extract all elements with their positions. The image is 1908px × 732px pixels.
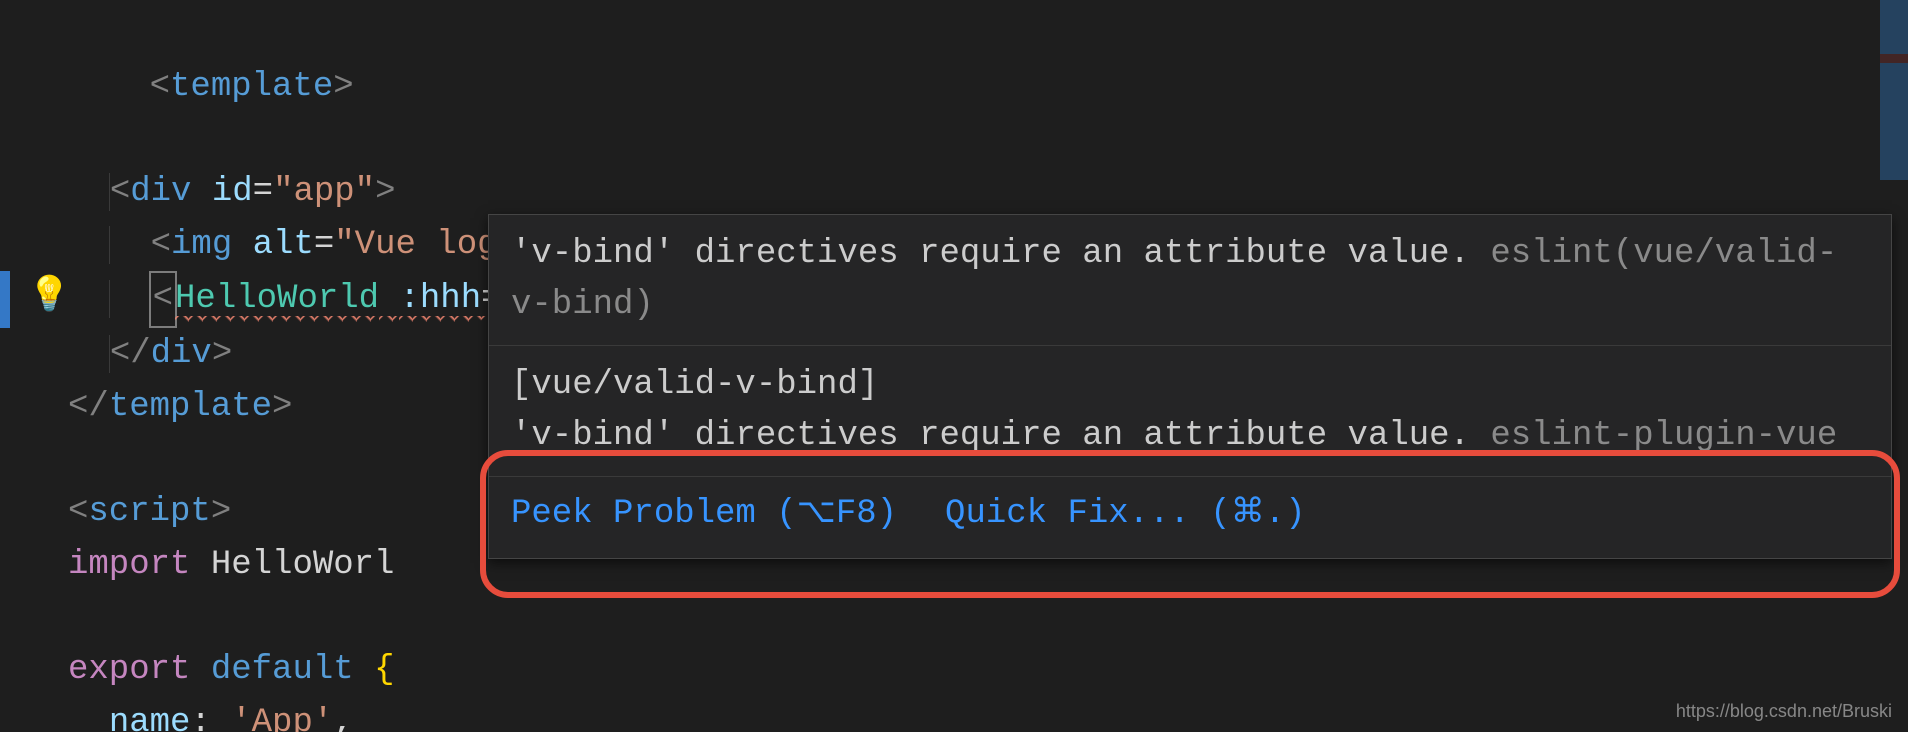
hover-msg2-source: eslint-plugin-vue [1490, 417, 1837, 455]
hover-message-2: [vue/valid-v-bind] 'v-bind' directives r… [489, 346, 1891, 477]
modified-gutter-bar [0, 271, 10, 328]
attr-id-value: "app" [273, 173, 375, 211]
code-line[interactable]: export default { [0, 644, 1908, 697]
angle-open: < [150, 68, 170, 106]
tag-template: template [170, 68, 333, 106]
peek-problem-link[interactable]: Peek Problem (⌥F8) [511, 489, 897, 540]
angle-close: > [333, 68, 353, 106]
tag-helloworld: HelloWorld [175, 280, 379, 322]
tag-div-close: div [151, 335, 212, 373]
code-line[interactable]: <div id="app"> [0, 166, 1908, 219]
code-line-blank[interactable] [0, 592, 1908, 645]
lightbulb-icon[interactable]: 💡 [28, 271, 70, 324]
property-value-app: 'App' [231, 704, 333, 732]
tag-div: div [130, 173, 191, 211]
keyword-import: import [68, 546, 190, 584]
import-identifier: HelloWorl [211, 546, 395, 584]
hover-rule-header: [vue/valid-v-bind] [511, 360, 1869, 411]
code-line[interactable]: <template> [0, 8, 1908, 166]
property-name: name [109, 704, 191, 732]
attr-id: id [212, 173, 253, 211]
hover-tooltip: 'v-bind' directives require an attribute… [488, 214, 1892, 559]
hover-actions: Peek Problem (⌥F8) Quick Fix... (⌘.) [489, 477, 1891, 558]
hover-msg1-text: 'v-bind' directives require an attribute… [511, 235, 1470, 273]
tag-script: script [88, 493, 210, 531]
keyword-default: default [211, 651, 354, 689]
quick-fix-link[interactable]: Quick Fix... (⌘.) [945, 489, 1305, 540]
attr-bind-hhh: :hhh [399, 280, 481, 322]
hover-msg2-text: 'v-bind' directives require an attribute… [511, 417, 1470, 455]
keyword-export: export [68, 651, 190, 689]
watermark-text: https://blog.csdn.net/Bruski [1676, 701, 1892, 722]
attr-alt: alt [253, 226, 314, 264]
code-line[interactable]: name: 'App', [0, 697, 1908, 732]
selection-box-left: < [149, 271, 177, 328]
minimap[interactable] [1880, 0, 1908, 180]
tag-img: img [171, 226, 232, 264]
tag-template-close: template [109, 388, 272, 426]
hover-message-1: 'v-bind' directives require an attribute… [489, 215, 1891, 346]
